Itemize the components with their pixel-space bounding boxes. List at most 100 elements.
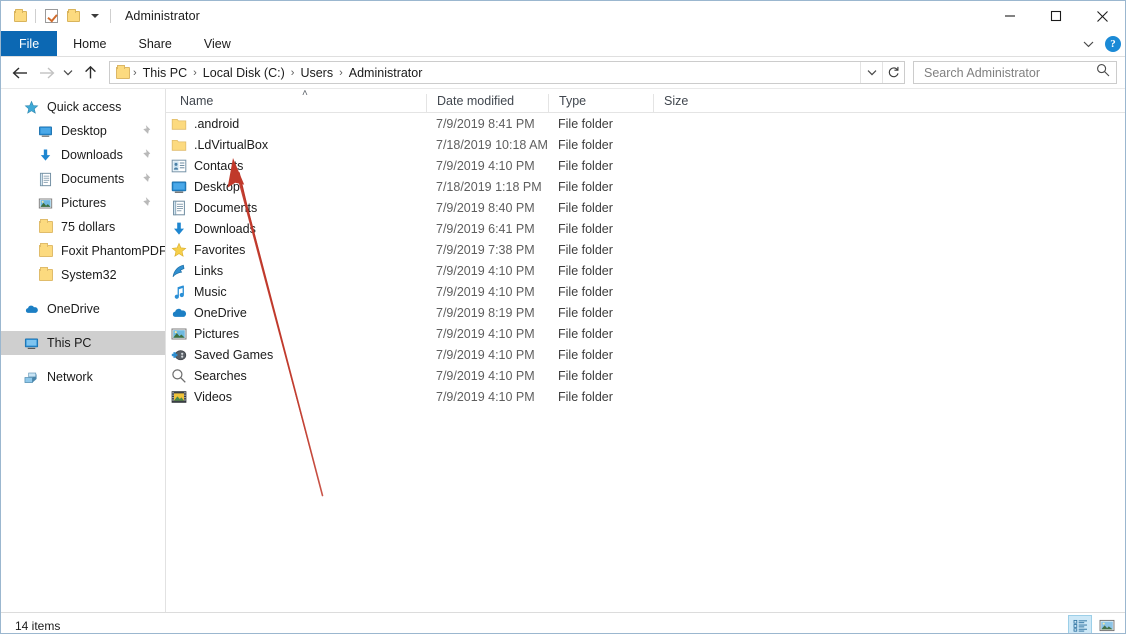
column-header-date-modified[interactable]: Date modified bbox=[426, 94, 548, 112]
file-name-cell[interactable]: Desktop bbox=[166, 179, 426, 195]
chevron-down-icon[interactable] bbox=[84, 5, 106, 27]
table-row[interactable]: Videos7/9/2019 4:10 PMFile folder bbox=[166, 386, 1125, 407]
table-row[interactable]: Desktop7/18/2019 1:18 PMFile folder bbox=[166, 176, 1125, 197]
large-icons-view-button[interactable] bbox=[1095, 615, 1119, 634]
new-folder-icon[interactable] bbox=[62, 5, 84, 27]
close-button[interactable] bbox=[1079, 1, 1125, 31]
table-row[interactable]: Links7/9/2019 4:10 PMFile folder bbox=[166, 260, 1125, 281]
window-controls bbox=[987, 1, 1125, 31]
file-date-cell: 7/18/2019 10:18 AM bbox=[426, 138, 548, 152]
music-icon bbox=[171, 284, 187, 300]
help-icon[interactable]: ? bbox=[1105, 36, 1121, 52]
file-date-cell: 7/9/2019 4:10 PM bbox=[426, 264, 548, 278]
explorer-body: Quick access Desktop Downloads bbox=[1, 89, 1125, 612]
file-name-cell[interactable]: Music bbox=[166, 284, 426, 300]
sidebar-item-documents[interactable]: Documents bbox=[1, 167, 165, 191]
sidebar-item-label: Desktop bbox=[61, 124, 107, 138]
tab-home[interactable]: Home bbox=[57, 31, 122, 56]
file-name-cell[interactable]: Downloads bbox=[166, 221, 426, 237]
table-row[interactable]: .android7/9/2019 8:41 PMFile folder bbox=[166, 113, 1125, 134]
previous-locations-chevron-icon[interactable] bbox=[860, 62, 882, 83]
sidebar-item-downloads[interactable]: Downloads bbox=[1, 143, 165, 167]
sidebar-item-label: Downloads bbox=[61, 148, 123, 162]
sidebar-item-system32[interactable]: System32 bbox=[1, 263, 165, 287]
file-name-cell[interactable]: Favorites bbox=[166, 242, 426, 258]
file-name-label: Saved Games bbox=[194, 348, 273, 362]
folder-icon[interactable] bbox=[9, 5, 31, 27]
minimize-button[interactable] bbox=[987, 1, 1033, 31]
breadcrumb-item-local-disk[interactable]: Local Disk (C:) bbox=[198, 66, 290, 80]
table-row[interactable]: Documents7/9/2019 8:40 PMFile folder bbox=[166, 197, 1125, 218]
table-row[interactable]: Searches7/9/2019 4:10 PMFile folder bbox=[166, 365, 1125, 386]
breadcrumb-item-this-pc[interactable]: This PC bbox=[138, 66, 192, 80]
back-button[interactable] bbox=[7, 60, 33, 86]
table-row[interactable]: Downloads7/9/2019 6:41 PMFile folder bbox=[166, 218, 1125, 239]
file-name-cell[interactable]: .LdVirtualBox bbox=[166, 137, 426, 153]
table-row[interactable]: Pictures7/9/2019 4:10 PMFile folder bbox=[166, 323, 1125, 344]
table-row[interactable]: Music7/9/2019 4:10 PMFile folder bbox=[166, 281, 1125, 302]
breadcrumb-item-administrator[interactable]: Administrator bbox=[344, 66, 428, 80]
file-name-label: Desktop bbox=[194, 180, 240, 194]
table-row[interactable]: .LdVirtualBox7/18/2019 10:18 AMFile fold… bbox=[166, 134, 1125, 155]
folder-icon bbox=[37, 243, 54, 260]
sidebar-item-onedrive[interactable]: OneDrive bbox=[1, 297, 165, 321]
forward-button[interactable] bbox=[33, 60, 59, 86]
table-row[interactable]: Saved Games7/9/2019 4:10 PMFile folder bbox=[166, 344, 1125, 365]
search-box[interactable] bbox=[913, 61, 1117, 84]
breadcrumb[interactable]: › This PC › Local Disk (C:) › Users › Ad… bbox=[109, 61, 905, 84]
sidebar-item-label: 75 dollars bbox=[61, 220, 115, 234]
pin-icon[interactable] bbox=[142, 124, 153, 138]
file-name-cell[interactable]: Contacts bbox=[166, 158, 426, 174]
navigation-pane[interactable]: Quick access Desktop Downloads bbox=[1, 89, 166, 612]
file-name-label: OneDrive bbox=[194, 306, 247, 320]
tab-file[interactable]: File bbox=[1, 31, 57, 56]
file-name-cell[interactable]: Searches bbox=[166, 368, 426, 384]
search-icon[interactable] bbox=[1096, 63, 1110, 82]
cloud-icon bbox=[171, 305, 187, 321]
sidebar-item-pictures[interactable]: Pictures bbox=[1, 191, 165, 215]
sidebar-item-foxit-phantompdf[interactable]: Foxit PhantomPDF bbox=[1, 239, 165, 263]
table-row[interactable]: Favorites7/9/2019 7:38 PMFile folder bbox=[166, 239, 1125, 260]
file-list-pane[interactable]: Name Date modified Type Size ˄ .android7… bbox=[166, 89, 1125, 612]
file-name-cell[interactable]: Saved Games bbox=[166, 347, 426, 363]
file-date-cell: 7/9/2019 8:41 PM bbox=[426, 117, 548, 131]
chevron-down-icon[interactable] bbox=[1077, 33, 1099, 55]
file-name-cell[interactable]: Links bbox=[166, 263, 426, 279]
recent-locations-chevron-icon[interactable] bbox=[59, 60, 77, 86]
sidebar-item-quick-access[interactable]: Quick access bbox=[1, 95, 165, 119]
sidebar-item-this-pc[interactable]: This PC bbox=[1, 331, 165, 355]
pin-icon[interactable] bbox=[142, 196, 153, 210]
details-view-button[interactable] bbox=[1068, 615, 1092, 634]
tab-share[interactable]: Share bbox=[123, 31, 188, 56]
table-row[interactable]: OneDrive7/9/2019 8:19 PMFile folder bbox=[166, 302, 1125, 323]
tab-view[interactable]: View bbox=[188, 31, 247, 56]
title-bar: Administrator bbox=[1, 1, 1125, 31]
table-row[interactable]: Contacts7/9/2019 4:10 PMFile folder bbox=[166, 155, 1125, 176]
properties-icon[interactable] bbox=[40, 5, 62, 27]
sidebar-item-network[interactable]: Network bbox=[1, 365, 165, 389]
sidebar-item-75-dollars[interactable]: 75 dollars bbox=[1, 215, 165, 239]
column-header-name[interactable]: Name bbox=[166, 94, 426, 112]
file-explorer-window: Administrator File Home Share View ? bbox=[0, 0, 1126, 634]
pin-icon[interactable] bbox=[142, 148, 153, 162]
up-button[interactable] bbox=[77, 60, 103, 86]
column-header-size[interactable]: Size bbox=[653, 94, 728, 112]
documents-icon bbox=[171, 200, 187, 216]
maximize-button[interactable] bbox=[1033, 1, 1079, 31]
file-name-cell[interactable]: Videos bbox=[166, 389, 426, 405]
file-date-cell: 7/9/2019 6:41 PM bbox=[426, 222, 548, 236]
folder-icon bbox=[171, 116, 187, 132]
pin-icon[interactable] bbox=[142, 172, 153, 186]
breadcrumb-item-users[interactable]: Users bbox=[295, 66, 338, 80]
file-name-cell[interactable]: Pictures bbox=[166, 326, 426, 342]
file-name-label: .android bbox=[194, 117, 239, 131]
file-name-cell[interactable]: Documents bbox=[166, 200, 426, 216]
divider bbox=[35, 9, 36, 23]
file-name-cell[interactable]: .android bbox=[166, 116, 426, 132]
refresh-icon[interactable] bbox=[882, 62, 904, 83]
column-header-type[interactable]: Type bbox=[548, 94, 653, 112]
sidebar-item-desktop[interactable]: Desktop bbox=[1, 119, 165, 143]
search-input[interactable] bbox=[922, 65, 1096, 81]
file-name-label: Videos bbox=[194, 390, 232, 404]
file-name-cell[interactable]: OneDrive bbox=[166, 305, 426, 321]
